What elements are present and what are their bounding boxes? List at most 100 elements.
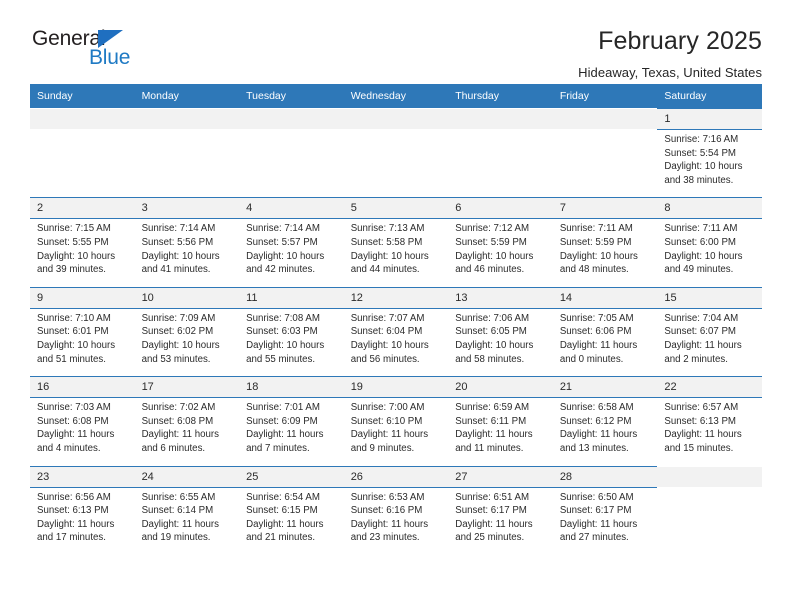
day-number[interactable]: 23 [30, 465, 135, 488]
week-daynumber-row: 2345678 [30, 197, 762, 220]
day-number[interactable]: 27 [448, 465, 553, 488]
weekday-header-friday: Friday [552, 84, 658, 109]
day-number[interactable]: 12 [343, 286, 449, 309]
day-detail: Sunrise: 7:07 AM Sunset: 6:04 PM Daylight:… [343, 308, 449, 377]
daylight-text: Daylight: 10 hours and 55 minutes. [246, 339, 325, 365]
daylight-text: Daylight: 11 hours and 0 minutes. [559, 339, 638, 365]
sunset-text: Sunset: 6:09 PM [246, 415, 318, 427]
sunset-text: Sunset: 5:56 PM [141, 236, 214, 248]
sunset-text: Sunset: 6:01 PM [37, 326, 109, 338]
day-detail: Sunrise: 6:57 AM Sunset: 6:13 PM Daylight:… [657, 397, 762, 466]
daylight-text: Daylight: 11 hours and 9 minutes. [350, 429, 429, 454]
daylight-text: Daylight: 10 hours and 48 minutes. [559, 250, 638, 276]
day-detail: Sunrise: 6:54 AM Sunset: 6:15 PM Daylight:… [239, 487, 344, 555]
sunset-text: Sunset: 5:57 PM [246, 236, 318, 248]
day-number[interactable]: 2 [30, 197, 135, 220]
sunrise-text: Sunrise: 6:55 AM [141, 491, 216, 503]
sunrise-text: Sunrise: 7:06 AM [455, 312, 530, 324]
day-detail: Sunrise: 7:11 AM Sunset: 5:59 PM Daylight:… [552, 218, 658, 288]
day-number-empty [30, 108, 135, 130]
daylight-text: Daylight: 11 hours and 2 minutes. [664, 339, 742, 365]
daylight-text: Daylight: 11 hours and 6 minutes. [141, 429, 219, 454]
day-number[interactable]: 3 [134, 197, 240, 220]
brand-name-blue: Blue [89, 46, 131, 69]
week-detail-row: Sunrise: 7:15 AM Sunset: 5:55 PM Daylight:… [30, 218, 762, 288]
day-number[interactable]: 13 [448, 286, 553, 309]
day-detail: Sunrise: 6:53 AM Sunset: 6:16 PM Daylight:… [343, 487, 449, 555]
day-number[interactable]: 5 [343, 197, 449, 220]
daylight-text: Daylight: 11 hours and 27 minutes. [559, 518, 638, 544]
day-number[interactable]: 4 [239, 197, 344, 220]
week-detail-row: Sunrise: 7:03 AM Sunset: 6:08 PM Daylight:… [30, 397, 762, 466]
week-detail-row: Sunrise: 6:56 AM Sunset: 6:13 PM Daylight:… [30, 487, 762, 555]
sunrise-text: Sunrise: 7:08 AM [246, 312, 320, 324]
sunrise-text: Sunrise: 7:03 AM [37, 402, 111, 414]
sunrise-text: Sunrise: 7:10 AM [37, 312, 111, 324]
day-detail: Sunrise: 7:03 AM Sunset: 6:08 PM Daylight:… [30, 397, 135, 466]
day-number[interactable]: 26 [343, 465, 449, 488]
day-number[interactable]: 15 [657, 286, 762, 309]
day-number-empty [448, 108, 553, 130]
sunset-text: Sunset: 6:03 PM [246, 326, 318, 338]
day-detail: Sunrise: 7:01 AM Sunset: 6:09 PM Daylight:… [239, 397, 344, 466]
day-number-empty [239, 108, 344, 130]
calendar-page: General Blue February 2025 Hideaway, Tex… [0, 0, 792, 612]
daylight-text: Daylight: 11 hours and 13 minutes. [559, 429, 638, 454]
day-number[interactable]: 19 [343, 376, 449, 399]
day-number[interactable]: 8 [657, 197, 762, 220]
daylight-text: Daylight: 11 hours and 25 minutes. [455, 518, 533, 544]
daylight-text: Daylight: 11 hours and 23 minutes. [350, 518, 429, 544]
week-daynumber-row: 23 24 25 26 27 28 [30, 465, 762, 488]
week-daynumber-row: 9 10 11 12 13 14 15 [30, 286, 762, 309]
day-number[interactable]: 25 [239, 465, 344, 488]
day-detail-empty [448, 129, 553, 198]
day-detail-empty [239, 129, 344, 198]
day-number[interactable]: 22 [657, 376, 762, 399]
day-number[interactable]: 28 [552, 465, 658, 488]
day-number[interactable]: 9 [30, 286, 135, 309]
page-subtitle: Hideaway, Texas, United States [578, 64, 762, 80]
brand-logo[interactable]: General Blue [30, 28, 138, 74]
day-number[interactable]: 21 [552, 376, 658, 399]
daylight-text: Daylight: 10 hours and 46 minutes. [455, 250, 534, 276]
sunset-text: Sunset: 6:10 PM [350, 415, 423, 427]
day-number[interactable]: 7 [552, 197, 658, 220]
day-number[interactable]: 10 [134, 286, 240, 309]
day-number[interactable]: 16 [30, 376, 135, 399]
sunset-text: Sunset: 6:13 PM [37, 505, 109, 517]
sunset-text: Sunset: 5:55 PM [37, 236, 109, 248]
sunrise-text: Sunrise: 7:07 AM [350, 312, 425, 324]
sunrise-text: Sunrise: 6:56 AM [37, 491, 111, 503]
day-number[interactable]: 14 [552, 286, 658, 309]
sunrise-text: Sunrise: 6:50 AM [559, 491, 634, 503]
week-daynumber-row: 16 17 18 19 20 21 22 [30, 376, 762, 399]
daylight-text: Daylight: 10 hours and 41 minutes. [141, 250, 220, 276]
daylight-text: Daylight: 10 hours and 44 minutes. [350, 250, 429, 276]
day-number[interactable]: 20 [448, 376, 553, 399]
day-number[interactable]: 17 [134, 376, 240, 399]
day-detail: Sunrise: 7:05 AM Sunset: 6:06 PM Daylight:… [552, 308, 658, 377]
sunrise-text: Sunrise: 7:11 AM [559, 223, 633, 235]
page-title: February 2025 [598, 27, 762, 55]
day-detail: Sunrise: 6:51 AM Sunset: 6:17 PM Daylight:… [448, 487, 553, 555]
sunset-text: Sunset: 6:07 PM [664, 326, 736, 338]
day-number[interactable]: 24 [134, 465, 240, 488]
sunrise-text: Sunrise: 7:16 AM [664, 134, 739, 145]
day-number[interactable]: 11 [239, 286, 344, 309]
day-detail: Sunrise: 6:58 AM Sunset: 6:12 PM Daylight:… [552, 397, 658, 466]
sunset-text: Sunset: 6:17 PM [559, 505, 632, 517]
sunrise-text: Sunrise: 7:02 AM [141, 402, 216, 414]
sunrise-text: Sunrise: 7:12 AM [455, 223, 530, 235]
week-detail-row: Sunrise: 7:16 AM Sunset: 5:54 PM Daylight:… [30, 129, 762, 198]
day-number[interactable]: 1 [657, 108, 762, 130]
day-number[interactable]: 18 [239, 376, 344, 399]
sunrise-text: Sunrise: 6:51 AM [455, 491, 530, 503]
weekday-header-thursday: Thursday [448, 84, 553, 109]
day-detail: Sunrise: 7:06 AM Sunset: 6:05 PM Daylight:… [448, 308, 553, 377]
sunset-text: Sunset: 6:08 PM [37, 415, 109, 427]
daylight-text: Daylight: 11 hours and 11 minutes. [455, 429, 533, 454]
sunrise-text: Sunrise: 7:09 AM [141, 312, 216, 324]
day-number[interactable]: 6 [448, 197, 553, 220]
daylight-text: Daylight: 11 hours and 4 minutes. [37, 429, 115, 454]
sunrise-text: Sunrise: 7:14 AM [246, 223, 320, 235]
